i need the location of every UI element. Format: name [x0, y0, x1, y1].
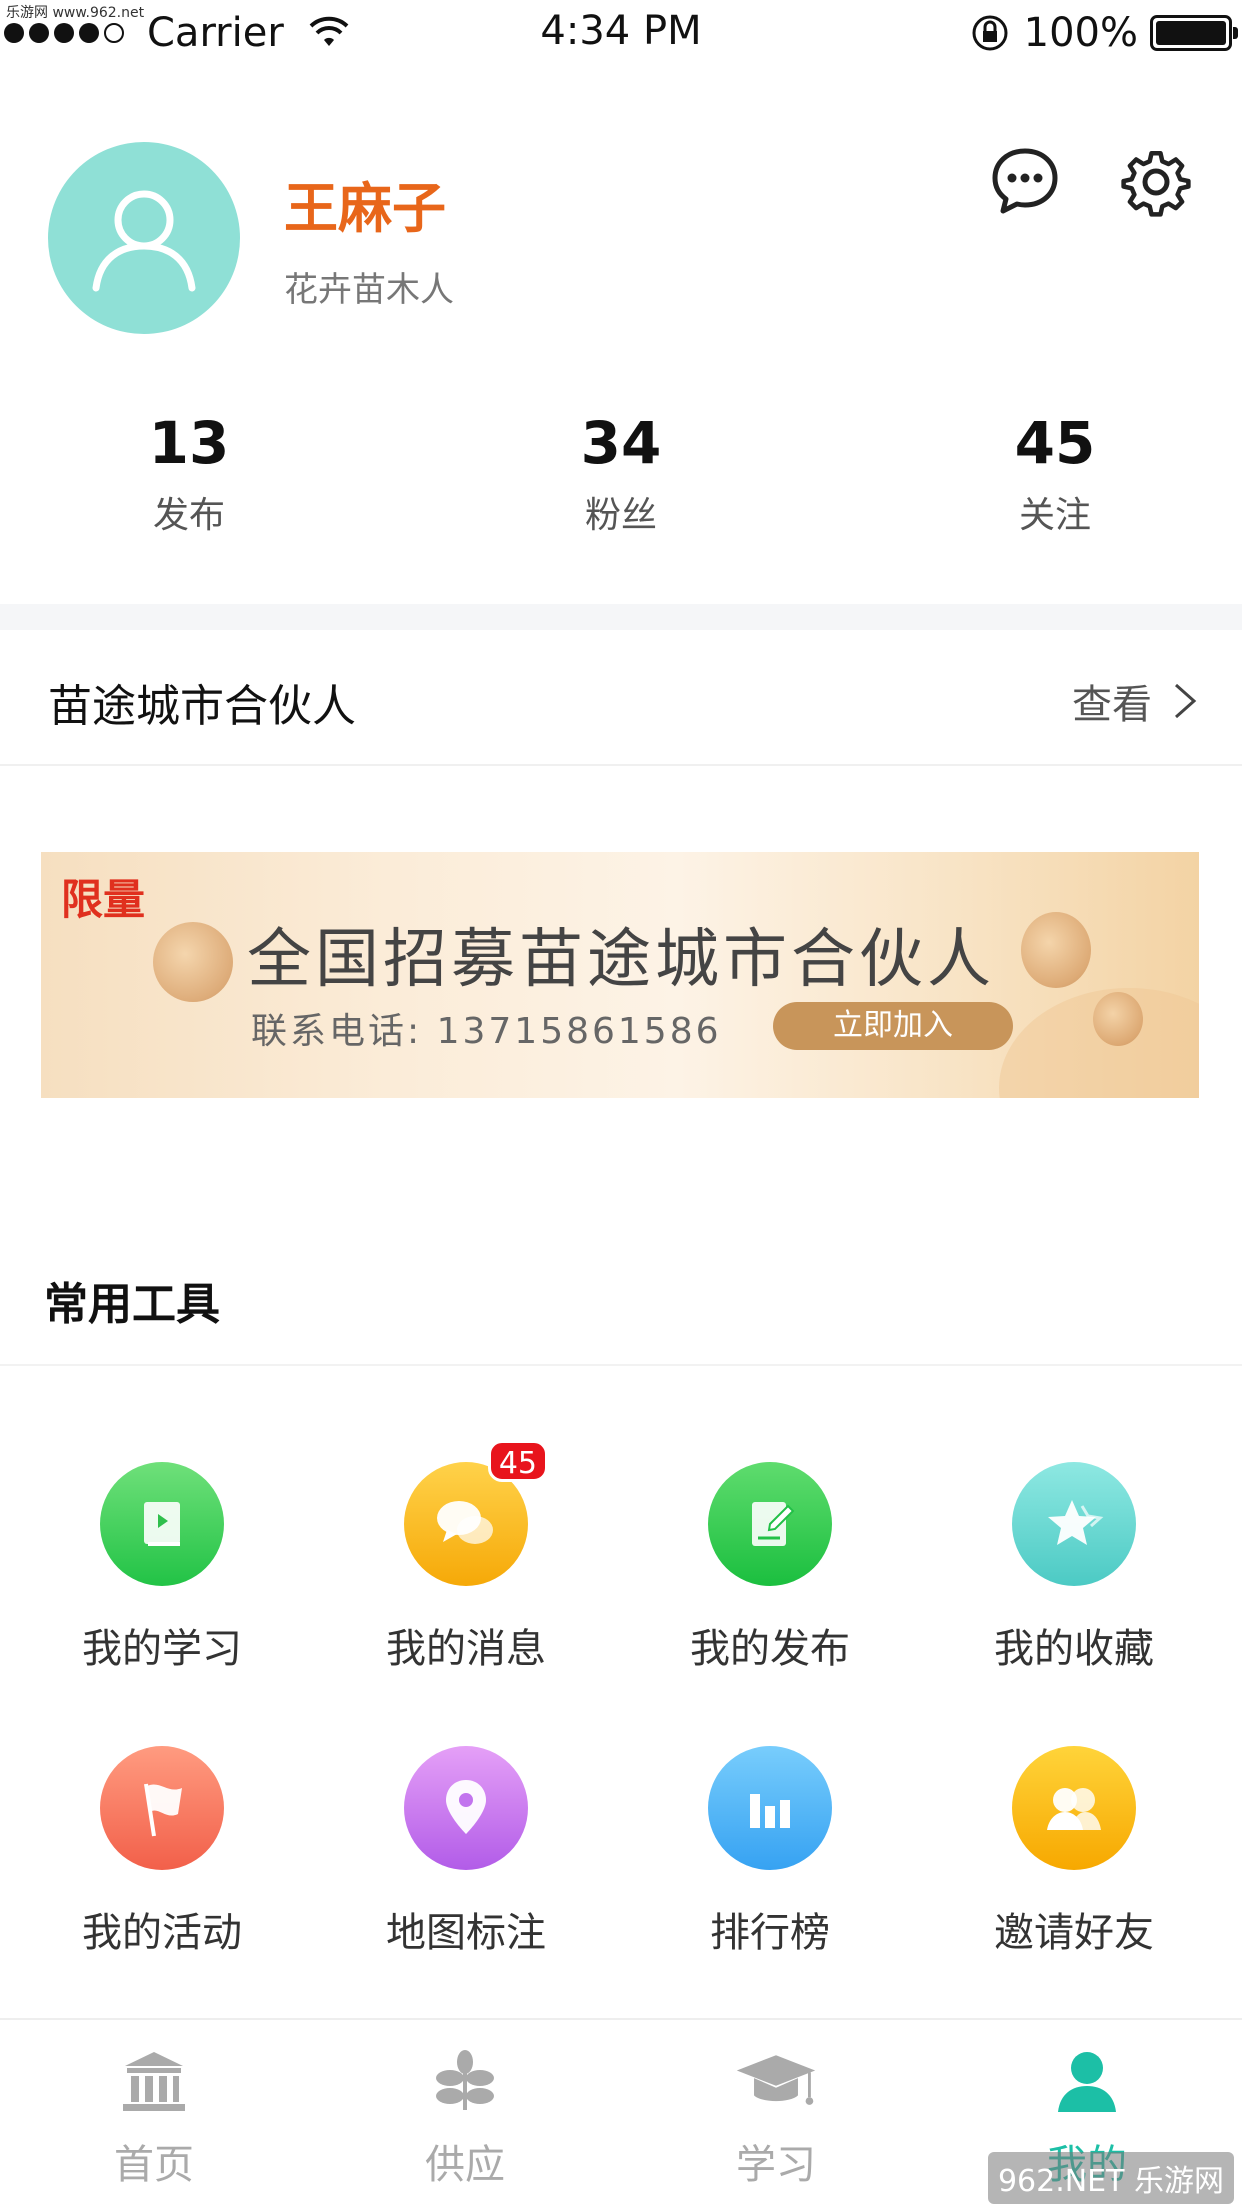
- stat-publish[interactable]: 13 发布: [89, 408, 289, 538]
- divider: [0, 1364, 1242, 1366]
- stat-value: 45: [1014, 409, 1096, 477]
- tab-label: 首页: [114, 2142, 194, 2188]
- tool-label: 我的发布: [690, 1626, 850, 1672]
- user-silhouette-icon: [92, 190, 196, 292]
- tool-label: 邀请好友: [994, 1910, 1154, 1956]
- user-name: 王麻子: [284, 177, 446, 240]
- friends-icon: [1012, 1746, 1136, 1870]
- stat-label: 发布: [152, 495, 225, 536]
- partner-section-row[interactable]: 苗途城市合伙人 查看: [0, 630, 1242, 766]
- document-edit-icon: [708, 1462, 832, 1586]
- view-link[interactable]: 查看: [1072, 672, 1198, 730]
- tool-my-activities[interactable]: 我的活动: [42, 1746, 282, 1958]
- chat-bubbles-icon: 45: [404, 1440, 548, 1586]
- coin-icon: [1093, 992, 1143, 1046]
- stat-following[interactable]: 45 关注: [955, 408, 1155, 538]
- tab-bar: 首页 供应 学习 我的 962.NET 乐游网: [0, 2018, 1242, 2208]
- graduation-cap-icon: [736, 2055, 816, 2105]
- status-bar: Carrier 4:34 PM 100%: [0, 0, 1242, 66]
- section-divider: [0, 604, 1242, 630]
- bank-icon: [123, 2052, 185, 2111]
- tool-map-marker[interactable]: 地图标注: [346, 1746, 586, 1958]
- tool-my-study[interactable]: 我的学习: [42, 1462, 282, 1674]
- tool-my-posts[interactable]: 我的发布: [650, 1462, 890, 1674]
- tool-label: 我的活动: [82, 1910, 242, 1956]
- tool-label: 排行榜: [710, 1910, 830, 1956]
- battery-icon: [1150, 15, 1238, 51]
- tab-study[interactable]: 学习: [676, 2048, 876, 2190]
- stat-value: 13: [148, 409, 230, 477]
- coin-icon: [1021, 912, 1091, 988]
- tool-rankings[interactable]: 排行榜: [650, 1746, 890, 1958]
- tab-supply[interactable]: 供应: [365, 2048, 565, 2190]
- avatar[interactable]: [48, 142, 240, 334]
- stat-fans[interactable]: 34 粉丝: [521, 408, 721, 538]
- tool-invite-friends[interactable]: 邀请好友: [954, 1746, 1194, 1958]
- watermark-logo: 962.NET 乐游网: [987, 2152, 1234, 2204]
- join-button[interactable]: 立即加入: [773, 1002, 1013, 1050]
- coin-icon: [153, 922, 233, 1002]
- bar-chart-icon: [708, 1746, 832, 1870]
- battery-area: 100%: [970, 10, 1238, 56]
- unread-badge: 45: [487, 1440, 548, 1482]
- stat-label: 粉丝: [584, 495, 657, 536]
- view-link-label: 查看: [1072, 682, 1152, 728]
- battery-percent: 100%: [1023, 10, 1138, 56]
- banner-phone: 联系电话: 13715861586: [251, 1011, 722, 1052]
- tool-label: 我的收藏: [994, 1626, 1154, 1672]
- rotation-lock-icon: [972, 15, 1008, 51]
- tool-label: 我的学习: [82, 1626, 242, 1672]
- banner-title: 全国招募苗途城市合伙人: [247, 923, 995, 997]
- tool-my-favorites[interactable]: 我的收藏: [954, 1462, 1194, 1674]
- person-icon: [1058, 2052, 1116, 2112]
- user-tag: 花卉苗木人: [284, 270, 454, 310]
- book-icon: [100, 1462, 224, 1586]
- tab-label: 学习: [736, 2142, 816, 2188]
- tools-section-title: 常用工具: [44, 1279, 220, 1330]
- gear-icon[interactable]: [1120, 146, 1192, 218]
- tool-my-messages[interactable]: 45 我的消息: [346, 1440, 586, 1674]
- tab-home[interactable]: 首页: [54, 2048, 254, 2190]
- location-pin-icon: [404, 1746, 528, 1870]
- stat-label: 关注: [1018, 495, 1091, 536]
- tool-label: 地图标注: [386, 1910, 546, 1956]
- partner-banner[interactable]: 限量 全国招募苗途城市合伙人 联系电话: 13715861586 立即加入: [41, 852, 1199, 1098]
- banner-limit-tag: 限量: [61, 875, 146, 924]
- flag-icon: [100, 1746, 224, 1870]
- chevron-right-icon: [1175, 683, 1197, 719]
- tab-label: 供应: [425, 2142, 505, 2188]
- star-icon: [1012, 1462, 1136, 1586]
- section-title: 苗途城市合伙人: [48, 681, 356, 732]
- stat-value: 34: [580, 409, 662, 477]
- message-icon[interactable]: [990, 146, 1060, 216]
- plant-icon: [436, 2050, 494, 2110]
- tool-label: 我的消息: [386, 1626, 546, 1672]
